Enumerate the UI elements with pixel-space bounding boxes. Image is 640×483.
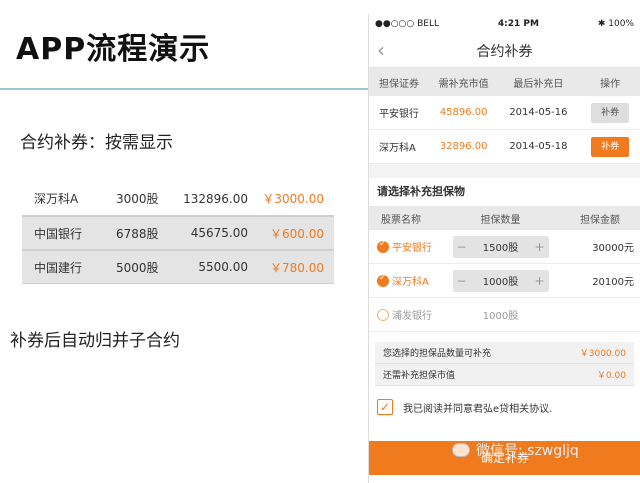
collateral-name: 深万科A [392, 277, 429, 288]
title-divider [0, 88, 370, 90]
stock-name: 中国银行 [34, 226, 83, 241]
quantity-input[interactable]: 1500股 [470, 239, 531, 254]
unselected-radio-icon[interactable] [377, 308, 389, 321]
collateral-amount: 30000元 [592, 243, 634, 254]
table-row: 中国银行 6788股 45675.00 ￥600.00 [22, 216, 334, 250]
plus-icon[interactable]: + [531, 240, 549, 254]
plus-icon[interactable]: + [531, 274, 549, 288]
stock-name: 深万科A [34, 192, 79, 206]
minus-icon[interactable]: − [453, 240, 471, 254]
replenish-button-active[interactable]: 补券 [591, 136, 630, 157]
stock-value: 45675.00 [190, 226, 248, 240]
page-title: 合约补券 [476, 43, 533, 60]
agreement-row: ✓ 我已阅读并同意君弘e贷相关协议. [369, 390, 640, 424]
table-row: 中国建行 5000股 5500.00 ￥780.00 [22, 250, 334, 284]
header-quantity: 担保数量 [480, 214, 521, 226]
stock-name: 中国建行 [34, 260, 83, 275]
collateral-section-title: 请选择补充担保物 [369, 178, 640, 206]
collateral-amount: 20100元 [592, 277, 634, 288]
collateral-name: 平安银行 [392, 243, 432, 254]
required-value: 45896.00 [439, 107, 488, 118]
header-amount: 担保金额 [579, 214, 620, 226]
summary-value: ￥0.00 [596, 371, 626, 381]
stock-value: 5500.00 [198, 260, 248, 274]
status-time: 4:21 PM [497, 19, 539, 29]
quantity-stepper: − 1500股 + [447, 235, 555, 258]
quantity-input[interactable]: 1000股 [470, 273, 531, 288]
header-security: 担保证券 [379, 78, 419, 90]
collateral-row: 深万科A − 1000股 + 20100元 [369, 264, 640, 298]
security-name: 平安银行 [379, 109, 419, 120]
quantity-display: 1000股 [447, 307, 555, 322]
collateral-row: 浦发银行 1000股 [369, 298, 640, 332]
slide-subtitle: 合约补券：按需显示 [20, 133, 173, 153]
summary-label: 还需补充担保市值 [383, 371, 456, 381]
summary-label: 您选择的担保品数量可补充 [383, 349, 492, 359]
stock-amount: ￥3000.00 [262, 192, 324, 206]
status-bar: ●●○○○ BELL 4:21 PM ✱ 100% [369, 14, 640, 34]
collateral-row: 平安银行 − 1500股 + 30000元 [369, 230, 640, 264]
replenish-button[interactable]: 补券 [591, 102, 630, 123]
agreement-checkbox[interactable]: ✓ [377, 399, 393, 415]
example-table: 深万科A 3000股 132896.00 ￥3000.00 中国银行 6788股… [22, 182, 334, 284]
last-date: 2014-05-18 [509, 141, 568, 152]
summary-row: 您选择的担保品数量可补充 ￥3000.00 [375, 342, 634, 364]
list-header: 担保证券 需补充市值 最后补充日 操作 [369, 68, 640, 96]
collateral-header: 股票名称 担保数量 担保金额 [369, 206, 640, 230]
header-stock-name: 股票名称 [381, 214, 421, 226]
slide-title: APP流程演示 [16, 32, 211, 67]
table-row: 深万科A 32896.00 2014-05-18 补券 [369, 130, 640, 164]
collateral-name: 浦发银行 [392, 311, 432, 322]
header-action: 操作 [600, 78, 621, 90]
stock-amount: ￥780.00 [270, 260, 324, 275]
minus-icon[interactable]: − [453, 274, 471, 288]
table-row: 平安银行 45896.00 2014-05-16 补券 [369, 96, 640, 130]
stock-shares: 6788股 [116, 226, 159, 241]
watermark: 微信号: szwgljq [452, 440, 579, 460]
stock-amount: ￥600.00 [270, 226, 324, 241]
stock-value: 132896.00 [183, 191, 248, 206]
quantity-stepper: − 1000股 + [447, 269, 555, 292]
summary-row: 还需补充担保市值 ￥0.00 [375, 364, 634, 386]
header-required-value: 需补充市值 [438, 78, 489, 90]
table-row: 深万科A 3000股 132896.00 ￥3000.00 [22, 182, 334, 216]
quantity-value: 1000股 [482, 311, 519, 322]
summary-box: 您选择的担保品数量可补充 ￥3000.00 还需补充担保市值 ￥0.00 [375, 342, 634, 386]
wechat-icon [452, 443, 470, 457]
nav-bar: ‹ 合约补券 [369, 34, 640, 68]
battery-indicator: ✱ 100% [597, 19, 634, 29]
security-name: 深万科A [379, 143, 416, 154]
last-date: 2014-05-16 [509, 107, 568, 118]
stock-shares: 3000股 [116, 192, 159, 206]
watermark-text: 微信号: szwgljq [476, 443, 579, 459]
phone-screen: ●●○○○ BELL 4:21 PM ✱ 100% ‹ 合约补券 担保证券 需补… [368, 14, 640, 483]
selected-radio-icon[interactable] [377, 239, 389, 253]
header-last-date: 最后补充日 [513, 78, 564, 90]
summary-value: ￥3000.00 [579, 349, 626, 359]
slide-note: 补券后自动归并子合约 [10, 331, 180, 351]
section-gap [369, 164, 640, 178]
required-value: 32896.00 [439, 141, 488, 152]
carrier-signal: ●●○○○ BELL [375, 19, 440, 29]
back-icon[interactable]: ‹ [377, 38, 385, 62]
stock-shares: 5000股 [116, 260, 159, 275]
selected-radio-icon[interactable] [377, 273, 389, 287]
agreement-text: 我已阅读并同意君弘e贷相关协议. [403, 403, 553, 415]
